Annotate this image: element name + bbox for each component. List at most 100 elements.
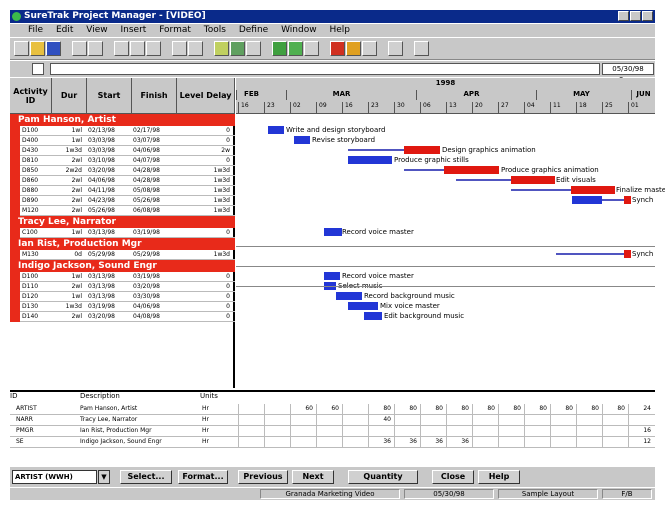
resource-group-header[interactable]: Indigo Jackson, Sound Engr [10, 260, 235, 272]
select-button[interactable]: Select... [120, 470, 172, 484]
link-icon[interactable] [188, 41, 203, 56]
table-row[interactable]: D140 2wl 03/20/98 04/08/98 0 [10, 312, 235, 322]
paste-icon[interactable] [146, 41, 161, 56]
menu-help[interactable]: Help [329, 25, 350, 35]
table-row[interactable]: M120 2wl 05/26/98 06/08/98 1w3d [10, 206, 235, 216]
col-dur[interactable]: Dur [52, 78, 87, 114]
table-row[interactable]: D880 2wl 04/11/98 05/08/98 1w3d [10, 186, 235, 196]
maximize-button[interactable] [630, 11, 641, 21]
resource-row[interactable]: PMGR Ian Rist, Production Mgr Hr 16 [10, 426, 655, 437]
target-icon[interactable] [362, 41, 377, 56]
timeline-week: 11 [550, 102, 576, 113]
table-row[interactable]: D860 2wl 04/06/98 04/28/98 1w3d [10, 176, 235, 186]
cell-reference[interactable] [32, 63, 44, 75]
resource-row[interactable]: ARTIST Pam Hanson, Artist Hr 60 60 80 80 80 80 80… [10, 404, 655, 415]
table-row[interactable]: D130 1w3d 03/19/98 04/06/98 0 [10, 302, 235, 312]
layout-icon[interactable] [246, 41, 261, 56]
gantt-bar[interactable] [348, 156, 392, 164]
help-button[interactable]: Help [478, 470, 520, 484]
gantt-bar[interactable] [324, 272, 340, 280]
table-row[interactable]: D120 1wl 03/13/98 03/30/98 0 [10, 292, 235, 302]
new-icon[interactable] [14, 41, 29, 56]
format-button[interactable]: Format... [178, 470, 228, 484]
gantt-bar[interactable] [324, 228, 342, 236]
menu-view[interactable]: View [86, 25, 107, 35]
table-row[interactable]: D110 2wl 03/13/98 03/20/98 0 [10, 282, 235, 292]
menu-window[interactable]: Window [281, 25, 317, 35]
close-button[interactable] [642, 11, 653, 21]
gantt-bar[interactable] [404, 146, 440, 154]
print-icon[interactable] [72, 41, 87, 56]
col-activity-id[interactable]: Activity ID [10, 78, 52, 114]
cell-finish: 04/06/98 [133, 303, 160, 310]
gantt-bar[interactable] [294, 136, 310, 144]
sort-icon[interactable] [230, 41, 245, 56]
table-row[interactable]: D850 2w2d 03/20/98 04/28/98 1w3d [10, 166, 235, 176]
help-icon[interactable] [414, 41, 429, 56]
resource-icon[interactable] [346, 41, 361, 56]
col-finish[interactable]: Finish [132, 78, 177, 114]
gantt-bar[interactable] [336, 292, 362, 300]
chart-icon[interactable] [272, 41, 287, 56]
col-start[interactable]: Start [87, 78, 132, 114]
level-icon[interactable] [288, 41, 303, 56]
resource-group-header[interactable]: Pam Hanson, Artist [10, 114, 235, 126]
menu-format[interactable]: Format [159, 25, 191, 35]
stop-icon[interactable] [330, 41, 345, 56]
zoom-icon[interactable] [388, 41, 403, 56]
menu-tools[interactable]: Tools [204, 25, 226, 35]
save-icon[interactable] [46, 41, 61, 56]
menu-edit[interactable]: Edit [56, 25, 73, 35]
gantt-bar[interactable] [348, 302, 378, 310]
cut-icon[interactable] [114, 41, 129, 56]
dropdown-arrow-icon[interactable]: ▼ [98, 470, 110, 484]
resource-value [342, 415, 368, 425]
table-row[interactable]: C100 1wl 03/13/98 03/19/98 0 [10, 228, 235, 238]
next-button[interactable]: Next [292, 470, 334, 484]
resource-value: 80 [576, 404, 602, 414]
menu-insert[interactable]: Insert [120, 25, 146, 35]
timeline-week: 01 [628, 102, 654, 113]
col-level-delay[interactable]: Level Delay [177, 78, 235, 114]
resource-group-header[interactable]: Ian Rist, Production Mgr [10, 238, 235, 250]
resource-row[interactable]: SE Indigo Jackson, Sound Engr Hr 36 36 36 36 12 [10, 437, 655, 448]
resource-select[interactable]: ARTIST (WWH) [12, 470, 97, 484]
minimize-button[interactable] [618, 11, 629, 21]
resource-value [524, 415, 550, 425]
previous-button[interactable]: Previous [238, 470, 288, 484]
table-row[interactable]: D430 1w3d 03/03/98 04/06/98 2w [10, 146, 235, 156]
cell-start: 03/13/98 [88, 293, 115, 300]
table-row[interactable]: D100 1wl 03/13/98 03/19/98 0 [10, 272, 235, 282]
gantt-bar[interactable] [364, 312, 382, 320]
open-icon[interactable] [30, 41, 45, 56]
resource-group-header[interactable]: Tracy Lee, Narrator [10, 216, 235, 228]
resource-row[interactable]: NARR Tracy Lee, Narrator Hr 40 [10, 415, 655, 426]
gantt-bar[interactable] [268, 126, 284, 134]
gantt-bar[interactable] [444, 166, 499, 174]
quantity-button[interactable]: Quantity [348, 470, 418, 484]
gantt-bar[interactable] [624, 250, 631, 258]
copy-icon[interactable] [130, 41, 145, 56]
menu-file[interactable]: File [28, 25, 43, 35]
schedule-icon[interactable] [304, 41, 319, 56]
cell-delay: 0 [226, 273, 230, 280]
preview-icon[interactable] [88, 41, 103, 56]
edit-input[interactable] [50, 63, 600, 75]
table-row[interactable]: D400 1wl 03/03/98 03/07/98 0 [10, 136, 235, 146]
resource-value [628, 415, 654, 425]
gantt-bar[interactable] [624, 196, 631, 204]
menu-define[interactable]: Define [239, 25, 268, 35]
gantt-bar[interactable] [571, 186, 615, 194]
resource-value [498, 426, 524, 436]
gantt-bar[interactable] [511, 176, 555, 184]
table-row[interactable]: D100 1wl 02/13/98 02/17/98 0 [10, 126, 235, 136]
resource-value [342, 426, 368, 436]
table-row[interactable]: D810 2wl 03/10/98 04/07/98 0 [10, 156, 235, 166]
resource-value: 12 [628, 437, 654, 447]
table-row[interactable]: M130 0d 05/29/98 05/29/98 1w3d [10, 250, 235, 260]
gantt-bar[interactable] [572, 196, 602, 204]
table-row[interactable]: D890 2wl 04/23/98 05/26/98 1w3d [10, 196, 235, 206]
filter-icon[interactable] [214, 41, 229, 56]
close-dialog-button[interactable]: Close [432, 470, 474, 484]
undo-icon[interactable] [172, 41, 187, 56]
